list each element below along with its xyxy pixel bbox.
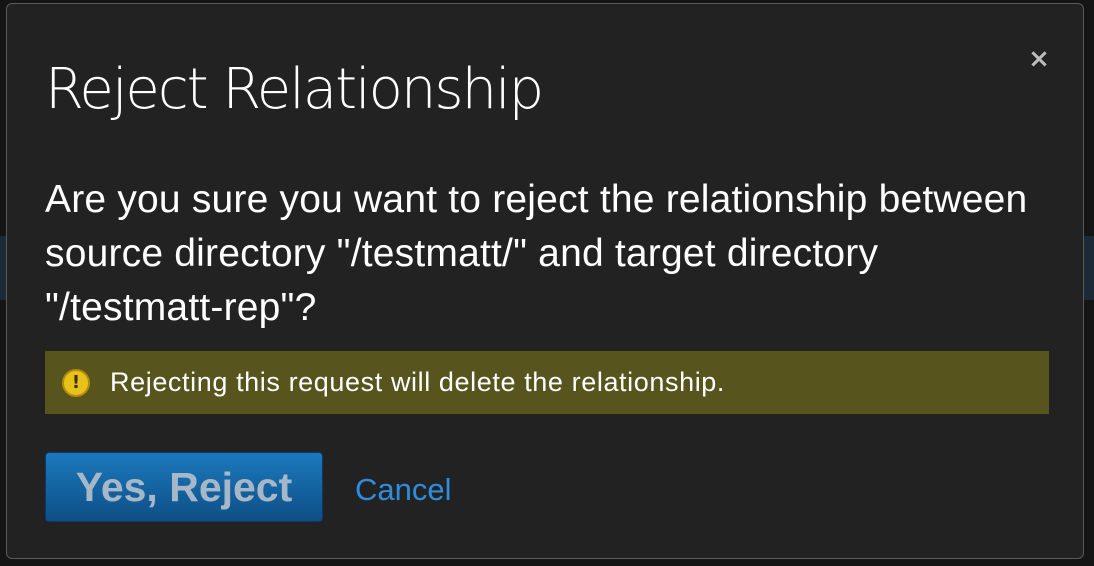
- warning-text: Rejecting this request will delete the r…: [110, 367, 726, 397]
- close-icon[interactable]: ×: [1027, 44, 1051, 74]
- confirmation-message: Are you sure you want to reject the rela…: [45, 178, 1028, 329]
- yes-reject-button[interactable]: Yes, Reject: [45, 452, 323, 522]
- exclamation-icon: !: [62, 368, 90, 397]
- reject-relationship-dialog: × Reject Relationship Are you sure you w…: [6, 3, 1084, 559]
- warning-banner: ! Rejecting this request will delete the…: [45, 351, 1049, 414]
- dialog-title: Reject Relationship: [45, 57, 544, 122]
- cancel-link[interactable]: Cancel: [355, 470, 452, 510]
